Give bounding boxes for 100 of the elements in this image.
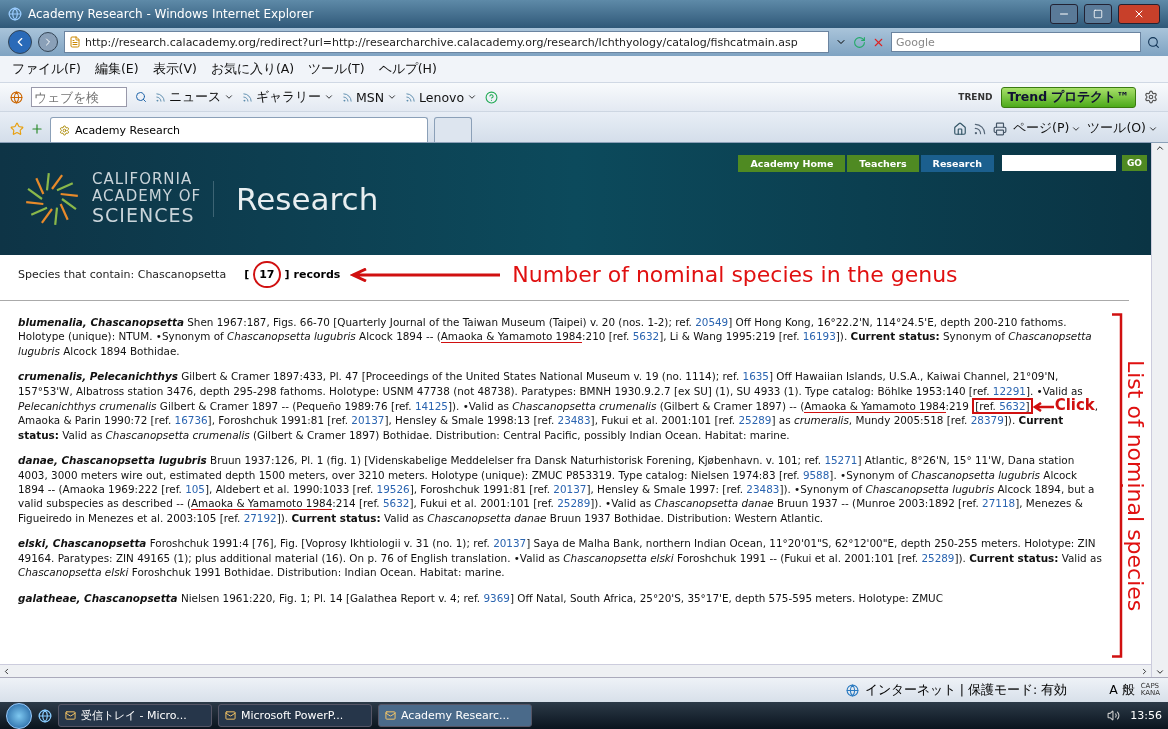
ref-link[interactable]: 20137 [553,483,587,496]
volume-icon[interactable] [1107,709,1121,722]
trend-logo: TREND [958,92,993,102]
home-icon[interactable] [953,122,968,136]
arrow-icon [1032,402,1055,413]
scroll-down-icon [1155,667,1165,677]
ref-link[interactable]: 20137 [493,537,527,550]
globe-icon [845,683,859,697]
ref-link[interactable]: 20137 [351,414,385,427]
clock-text: 13:56 [1130,709,1162,722]
back-button[interactable] [8,30,32,54]
ref-link[interactable]: 27118 [982,497,1016,510]
caret-icon [224,92,234,102]
ref-link[interactable]: 28379 [970,414,1004,427]
print-icon[interactable] [993,122,1008,136]
ref-link[interactable]: 15271 [824,454,858,467]
summary-label: Species that contain: Chascanopsetta [18,268,227,281]
menu-item[interactable]: ツール(T) [308,60,365,78]
feed-icon [155,91,166,103]
settings-icon[interactable] [1144,90,1158,104]
toolbar-link[interactable]: ギャラリー [242,88,334,106]
taskbar-button[interactable]: 受信トレイ - Micro... [58,704,212,727]
species-entry: galatheae, Chascanopsetta Nielsen 1961:220, Fig. 1; Pl. 14 [Galathea Report v. 4; ref. 9369] Off Natal, South Africa, 25°20'S, 35°17'E, depth 575-595 meters. Holotype: ZMUC [18,590,944,605]
minimize-button[interactable] [1050,4,1078,24]
record-count: 17 [253,261,281,288]
menu-item[interactable]: ファイル(F) [12,60,81,78]
browser-icon [8,7,22,21]
click-annotation-text: Click [1054,396,1095,415]
toolbar-icon[interactable] [10,90,23,104]
ref-link[interactable]: 12291 [992,384,1026,397]
address-field[interactable]: http://research.calacademy.org/redirect?url=http://researcharchive.calacademy.org/research/Ichthyology/catalog/fishcatmain.asp [64,31,829,53]
logo-text: ACADEMY OF [92,188,202,206]
go-button[interactable]: GO [1121,155,1147,171]
feed-icon [242,91,253,103]
trend-button[interactable]: Trend プロテクト™ [1000,86,1136,108]
page-icon [69,36,81,48]
ref-link[interactable]: 16736 [174,414,208,427]
ref-link[interactable]: 20549 [695,316,729,328]
horizontal-scrollbar[interactable] [0,664,1151,677]
ref-link[interactable]: 19526 [376,483,410,496]
menu-item[interactable]: 編集(E) [94,60,139,78]
ime-text: A 般 [1109,681,1135,699]
ref-link[interactable]: 25289 [557,497,591,510]
toolbar-link[interactable]: Lenovo [405,89,478,105]
nav-button[interactable]: Research [920,155,994,172]
ref-link[interactable]: 14125 [414,400,448,413]
ref-link[interactable]: 5632 [999,400,1026,413]
site-search-field[interactable] [1001,155,1116,171]
favorites-star-icon[interactable] [10,122,24,136]
vertical-scrollbar[interactable] [1151,143,1168,677]
records-label: records [293,268,341,281]
start-button[interactable] [6,702,32,729]
toolbar-link[interactable]: MSN [342,89,398,105]
ref-link[interactable]: 9369 [483,591,510,604]
ref-link[interactable]: 105 [185,483,205,496]
logo-text: CALIFORNIA [92,170,194,189]
ref-link[interactable]: 5632 [382,497,410,510]
ref-link[interactable]: 23483 [557,414,591,427]
ref-link[interactable]: 5632 [632,330,660,343]
search-icon[interactable] [135,91,147,103]
ref-link[interactable]: 1635 [742,370,769,383]
caret-icon [467,92,478,102]
ref-link[interactable]: 27192 [243,511,277,524]
mail-icon [385,710,396,721]
command-menu[interactable]: ページ(P) [1013,120,1082,137]
ref-link[interactable]: 25289 [921,551,955,564]
ref-link[interactable]: 25289 [738,414,772,427]
ref-link[interactable]: 9588 [802,468,830,481]
ref-link[interactable]: 16193 [802,330,836,343]
species-entry: danae, Chascanopsetta lugubris Bruun 1937:126, Pl. 1 (fig. 1) [Videnskabelige Meddelelser fra Dansk Naturhistorisk Forening, Kjøbenhavn. v. 101; ref. 15271] Atlantic, 8°26'N, 15° 11'W, Dana station 4003, 3000 meters wire out, estimated depth 1500 meters, over 3210 meters. Holotype (unique): ZMUC P853319. Type catalog: Nielsen 1974:83 [ref. 9588]. •Synonym of Chascanopsetta lugubris Alcock 1894 -- (Amaoka 1969:222 [ref. 105], Aldebert et al. 1990:1033 [ref. 19526], Foroshchuk 1991:81 [ref. 20137], Hensley & Smale 1997: [ref. 23483]). •Synonym of Chascanopsetta lugubris Alcock 1894, but a valid subspecies as described -- (Amaoka & Yamamoto 1984:214 [ref. 5632], Fukui et al. 2001:101 [ref. 25289]). •Valid as Chascanopsetta danae Bruun 1937 -- (Munroe 2003:1892 [ref. 27118], Menezes & Figueiredo in Menezes et al. 2003:105 [ref. 27192]). Current status: Valid as Chascanopsetta danae Bruun 1937 Bothidae. Distribution: Western Atlantic. [18,453,1096,526]
annotation-text: List of nominal species [1123,359,1148,612]
arrow-icon [350,267,501,282]
search-field[interactable]: Google [891,32,1141,52]
quick-launch-icon[interactable] [38,708,52,723]
scroll-right-icon [1140,666,1149,676]
command-menu[interactable]: ツール(O) [1087,120,1158,137]
maximize-button[interactable] [1084,4,1112,24]
toolbar-search-field[interactable]: ウェブを検 [31,87,127,107]
new-tab-button[interactable] [434,117,472,142]
menu-item[interactable]: お気に入り(A) [210,60,295,78]
ref-label: [ref. [975,400,997,413]
nav-button[interactable]: Academy Home [738,155,846,172]
menu-item[interactable]: ヘルプ(H) [378,60,437,78]
help-icon[interactable] [485,90,499,104]
taskbar-button[interactable]: Microsoft PowerP... [218,704,372,727]
feeds-icon[interactable] [973,122,988,136]
search-icon[interactable] [1147,35,1160,49]
close-button[interactable] [1118,4,1160,24]
add-favorites-icon[interactable] [30,122,44,136]
toolbar-link[interactable]: ニュース [155,88,234,106]
nav-button[interactable]: Teachers [847,155,919,172]
bracket-text: [ [244,268,250,281]
close-icon [1133,8,1145,20]
menu-item[interactable]: 表示(V) [152,60,197,78]
forward-button[interactable] [38,32,58,52]
caret-icon [387,92,398,102]
browser-tab[interactable]: Academy Research [50,117,428,142]
annotation-text: Number of nominal species in the genus [512,262,958,287]
taskbar-button[interactable]: Academy Researc... [378,704,532,727]
ref-link[interactable]: 23483 [746,483,780,496]
